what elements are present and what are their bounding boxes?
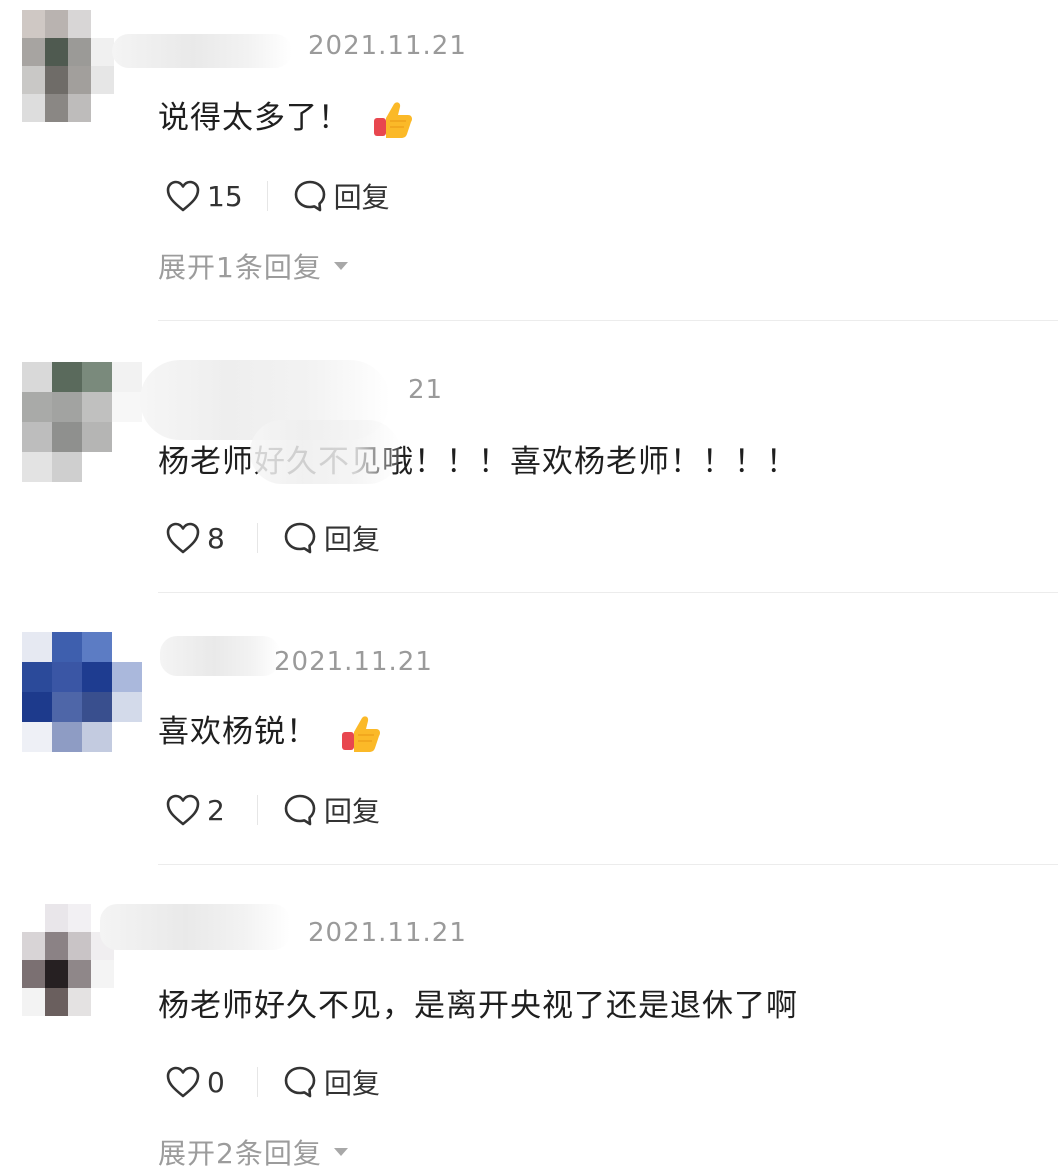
action-separator: [257, 795, 258, 825]
heart-outline-icon[interactable]: [165, 793, 201, 827]
heart-outline-icon[interactable]: [165, 521, 201, 555]
comment-text: 喜欢杨锐！: [158, 706, 382, 754]
comment-divider: [158, 592, 1058, 593]
comment-actions: 15 回复: [165, 176, 390, 216]
comment-date: 21: [408, 375, 444, 405]
avatar[interactable]: [22, 632, 142, 752]
action-separator: [257, 1067, 258, 1097]
comment-text: 杨老师好久不见，是离开央视了还是退休了啊: [158, 980, 798, 1025]
comment-text-content: 杨老师好久不见，是离开央视了还是退休了啊: [158, 988, 798, 1024]
speech-bubble-icon[interactable]: [282, 520, 318, 556]
caret-down-icon: [333, 262, 348, 270]
speech-bubble-icon[interactable]: [282, 792, 318, 828]
reply-button[interactable]: 回复: [334, 176, 390, 216]
heart-outline-icon[interactable]: [165, 1065, 201, 1099]
comment-date: 2021.11.21: [308, 918, 467, 948]
username-blurred[interactable]: [160, 636, 280, 676]
like-count: 15: [207, 179, 243, 213]
comment-actions: 0 回复: [165, 1062, 380, 1102]
avatar[interactable]: [22, 362, 142, 482]
like-count: 0: [207, 1065, 225, 1099]
thumbs-up-emoji-icon: [340, 714, 382, 754]
comment-text-content: 说得太多了！: [158, 100, 350, 136]
speech-bubble-icon[interactable]: [292, 178, 328, 214]
reply-button[interactable]: 回复: [324, 1062, 380, 1102]
comment-text-content: 喜欢杨锐！: [158, 714, 318, 750]
comment-text: 说得太多了！: [158, 92, 414, 140]
speech-bubble-icon[interactable]: [282, 1064, 318, 1100]
comment-divider: [158, 320, 1058, 321]
comment-actions: 8 回复: [165, 518, 380, 558]
thumbs-up-emoji-icon: [372, 100, 414, 140]
username-blurred[interactable]: [112, 34, 292, 68]
like-count: 8: [207, 521, 225, 555]
expand-replies-label: 展开2条回复: [158, 1137, 322, 1170]
username-blurred[interactable]: [100, 904, 290, 950]
comment-actions: 2 回复: [165, 790, 380, 830]
expand-replies-label: 展开1条回复: [158, 251, 322, 284]
comment-divider: [158, 864, 1058, 865]
caret-down-icon: [333, 1148, 348, 1156]
expand-replies-button[interactable]: 展开1条回复: [158, 246, 348, 286]
like-count: 2: [207, 793, 225, 827]
heart-outline-icon[interactable]: [165, 179, 201, 213]
comment-date: 2021.11.21: [274, 647, 433, 677]
comment-date: 2021.11.21: [308, 31, 467, 61]
action-separator: [266, 181, 268, 211]
reply-button[interactable]: 回复: [324, 518, 380, 558]
reply-button[interactable]: 回复: [324, 790, 380, 830]
avatar[interactable]: [22, 10, 114, 122]
action-separator: [257, 523, 258, 553]
expand-replies-button[interactable]: 展开2条回复: [158, 1132, 348, 1172]
text-blur-overlay: [250, 420, 400, 484]
